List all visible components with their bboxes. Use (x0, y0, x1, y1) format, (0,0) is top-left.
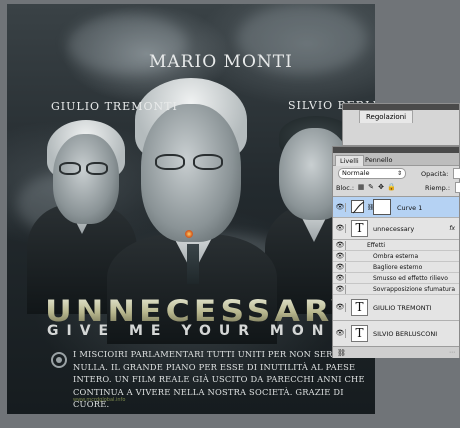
text-layer-icon: T (351, 220, 368, 237)
layer-name: GIULIO TREMONTI (373, 304, 432, 312)
layer-name: Curve 1 (397, 204, 423, 212)
blend-mode-select[interactable]: Normale ⇕ (338, 168, 406, 179)
resize-grip-icon[interactable]: ⋯ (449, 349, 455, 356)
eye-icon[interactable]: 👁 (335, 303, 346, 312)
layers-panel-footer: ⛓ ⋯ (333, 346, 459, 358)
name-monti: MARIO MONTI (149, 52, 293, 72)
fx-icon[interactable]: fx (449, 225, 455, 232)
layer-list: 👁 ⛓ Curve 1 👁 T unnecessary fx 👁 Effetti… (333, 196, 459, 346)
text-layer-icon: T (351, 299, 368, 316)
eye-icon[interactable]: 👁 (335, 252, 346, 261)
opacity-input[interactable] (453, 168, 460, 179)
eye-icon[interactable]: 👁 (335, 203, 346, 212)
tab-pennello[interactable]: Pennello (361, 155, 397, 165)
layer-row-unnecessary[interactable]: 👁 T unnecessary fx (333, 218, 459, 240)
opacity-label: Opacità: (421, 170, 449, 178)
curves-adjustment-icon (351, 200, 365, 214)
poster-artwork: MARIO MONTI GIULIO TREMONTI SILVIO BERLU… (7, 4, 375, 414)
chevron-updown-icon: ⇕ (396, 170, 402, 177)
blend-mode-value: Normale (342, 169, 370, 177)
lock-transparency-icon[interactable]: ▦ (357, 183, 365, 191)
effect-name: Ombra esterna (373, 253, 419, 260)
layer-name: unnecessary (373, 225, 415, 233)
name-tremonti: GIULIO TREMONTI (51, 100, 178, 113)
poster-url: www.mcrdglobal.info (73, 397, 126, 403)
effect-name: Smusso ed effetto rilievo (373, 275, 448, 282)
layer-row-giulio-tremonti[interactable]: 👁 T GIULIO TREMONTI (333, 295, 459, 321)
tab-livelli[interactable]: Livelli (335, 155, 364, 166)
eye-icon[interactable]: 👁 (335, 241, 346, 250)
layers-panel: Livelli Pennello Normale ⇕ Opacità: Bloc… (332, 146, 460, 358)
layer-name: SILVIO BERLUSCONI (373, 330, 438, 338)
layer-mask-thumbnail[interactable] (373, 199, 391, 215)
cigar-glow (185, 230, 193, 238)
effect-row[interactable]: 👁 Bagliore esterno (333, 262, 459, 273)
effect-name: Sovrapposizione sfumatura (373, 286, 456, 293)
logo-icon (51, 352, 67, 368)
lock-label: Bloc.: (336, 184, 355, 192)
text-layer-icon: T (351, 325, 368, 342)
adjustments-panel: Regolazioni (342, 103, 460, 146)
poster-subtitle: GIVE ME YOUR MONE (47, 323, 350, 339)
link-layers-icon[interactable]: ⛓ (337, 349, 346, 357)
fill-input[interactable] (455, 182, 460, 193)
eye-icon[interactable]: 👁 (335, 329, 346, 338)
eye-icon[interactable]: 👁 (335, 285, 346, 294)
lock-all-icon[interactable]: 🔒 (387, 183, 396, 191)
lock-position-icon[interactable]: ✥ (377, 183, 385, 191)
eye-icon[interactable]: 👁 (335, 224, 346, 233)
effect-row[interactable]: 👁 Sovrapposizione sfumatura (333, 284, 459, 295)
fill-label: Riemp.: (425, 184, 451, 192)
eye-icon[interactable]: 👁 (335, 263, 346, 272)
eye-icon[interactable]: 👁 (335, 274, 346, 283)
tab-regolazioni[interactable]: Regolazioni (359, 110, 414, 123)
effects-header-row[interactable]: 👁 Effetti (333, 240, 459, 251)
lock-pixels-icon[interactable]: ✎ (367, 183, 375, 191)
effect-row[interactable]: 👁 Ombra esterna (333, 251, 459, 262)
effects-header: Effetti (367, 242, 385, 249)
effect-name: Bagliore esterno (373, 264, 423, 271)
effect-row[interactable]: 👁 Smusso ed effetto rilievo (333, 273, 459, 284)
layer-row-silvio-berlusconi[interactable]: 👁 T SILVIO BERLUSCONI (333, 321, 459, 346)
layer-row-curve-1[interactable]: 👁 ⛓ Curve 1 (333, 197, 459, 218)
layers-panel-tabs: Livelli Pennello (333, 153, 459, 166)
